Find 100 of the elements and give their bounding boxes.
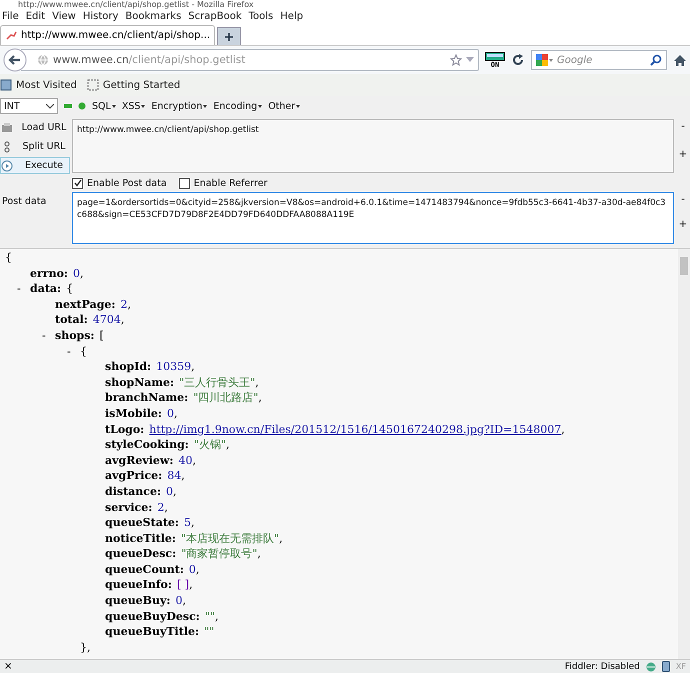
json-key: queueCount: [105,562,184,578]
menu-item[interactable]: Tools [248,11,274,22]
execute-icon [1,160,13,172]
action-button[interactable]: Load URL [0,119,70,136]
menu-button[interactable]: Other [268,100,300,112]
status-text: Fiddler: Disabled [564,662,640,672]
json-punctuation: , [258,390,262,406]
json-string: "" [204,624,214,640]
plus-icon[interactable] [78,102,86,110]
google-icon[interactable] [536,54,554,66]
expand-button[interactable]: + [678,149,688,160]
menu-item[interactable]: Help [280,11,304,22]
json-number: 0 [72,266,80,282]
json-key: queueBuyTitle: [105,624,200,640]
json-key: nextPage: [55,296,116,312]
menu-item[interactable]: Edit [26,11,46,22]
json-key: queueState: [105,515,179,531]
phone-icon[interactable] [662,661,670,672]
json-number: 0 [166,484,174,500]
action-button[interactable]: Execute [0,157,70,174]
menu-button[interactable]: Encoding [213,100,262,112]
json-key: shopName: [105,374,174,390]
close-button[interactable]: × [4,661,559,672]
json-number: 4704 [92,312,121,328]
json-string: "" [204,608,215,624]
checkbox[interactable] [178,178,190,188]
browser-tab[interactable]: http://www.mwee.cn/client/api/shop... [0,25,216,45]
json-punctuation: , [174,406,178,422]
json-key: tLogo: [105,422,144,438]
minus-icon[interactable] [64,103,72,109]
home-icon[interactable] [673,54,687,66]
json-punctuation: , [279,530,283,546]
expand-button[interactable]: + [678,219,688,230]
json-punctuation: { [66,281,74,297]
json-punctuation: , [181,468,185,484]
url-field[interactable]: http://www.mwee.cn/client/api/shop.getlist [72,119,674,173]
type-dropdown[interactable]: INT [0,98,58,114]
caret-icon [296,104,300,108]
json-punctuation: , [189,577,193,594]
star-icon[interactable] [450,54,462,66]
menu-item[interactable]: Bookmarks [125,11,182,22]
address-bar[interactable]: www.mwee.cn/client/api/shop.getlist [21,49,479,71]
menu-button[interactable]: XSS [122,100,146,112]
plus-icon [224,32,234,42]
caret-icon [141,104,146,108]
json-punctuation: , [128,296,131,312]
json-string: "火锅" [194,437,226,453]
json-key: isMobile: [105,406,162,422]
json-punctuation: , [182,593,186,609]
collapse-toggle[interactable]: - [42,328,46,344]
post-data-label: Post data [1,195,48,209]
json-array: [ ] [176,577,190,594]
json-number: 40 [178,452,192,468]
scrollbar[interactable] [678,249,690,659]
json-string: "商家暂停取号" [181,546,258,562]
reload-icon[interactable] [511,53,525,67]
json-key: distance: [105,484,162,500]
json-key: queueDesc: [105,546,176,562]
json-key: queueBuyDesc: [105,608,200,624]
json-key: queueBuy: [105,593,170,609]
json-punctuation: , [120,312,124,328]
json-punctuation: , [173,484,177,500]
json-number: 0 [175,593,182,609]
bookmark-item[interactable]: Getting Started [86,79,180,91]
menu-item[interactable]: File [2,11,19,22]
json-link[interactable]: http://img1.9now.cn/Files/201512/1516/1450167240298.jpg?ID=1548007 [149,422,562,438]
menu-button[interactable]: SQL [92,100,116,112]
checkbox-label: Enable Referrer [194,178,268,188]
caret-icon [46,104,54,108]
new-tab-button[interactable] [217,27,242,45]
collapse-toggle[interactable]: - [67,344,71,360]
checkbox[interactable] [72,178,83,188]
search-icon[interactable] [650,54,662,66]
caret-icon [203,104,208,108]
collapse-toggle[interactable]: - [17,281,21,297]
post-data-field[interactable]: page=1&ordersortids=0&cityid=258&jkversion=V8&os=android+6.0.1&time=1471483794&nonce=9fdb55c3-6641-4b37-a30d-ae84f0c3c688&sign=CE53CFD7D79D8F2E4DD79FD640DDFAA8088A119E [72,192,674,244]
json-key: total: [55,312,88,328]
json-punctuation: , [164,500,168,516]
json-punctuation: }, [80,640,90,656]
search-field[interactable]: Google [531,50,667,70]
json-key: noticeTitle: [105,530,176,546]
back-button[interactable] [3,48,27,72]
json-key: styleCooking: [105,437,189,453]
menu-button[interactable]: Encryption [151,100,208,112]
json-number: 0 [167,406,174,422]
page-icon [86,79,99,91]
caret-icon [112,104,116,108]
json-key: shops: [55,328,94,344]
bookmark-item[interactable]: Most Visited [0,79,77,91]
menu-item[interactable]: ScrapBook [188,11,242,22]
menu-item[interactable]: History [82,11,118,22]
json-punctuation: , [80,266,84,282]
json-string: "四川北路店" [193,390,258,406]
shrink-button[interactable]: - [681,194,685,205]
action-button[interactable]: Split URL [0,138,70,155]
shrink-button[interactable]: - [681,121,685,132]
json-punctuation: , [214,608,218,624]
json-number: 10359 [156,359,192,375]
json-punctuation: , [192,452,196,468]
menu-item[interactable]: View [52,11,76,22]
